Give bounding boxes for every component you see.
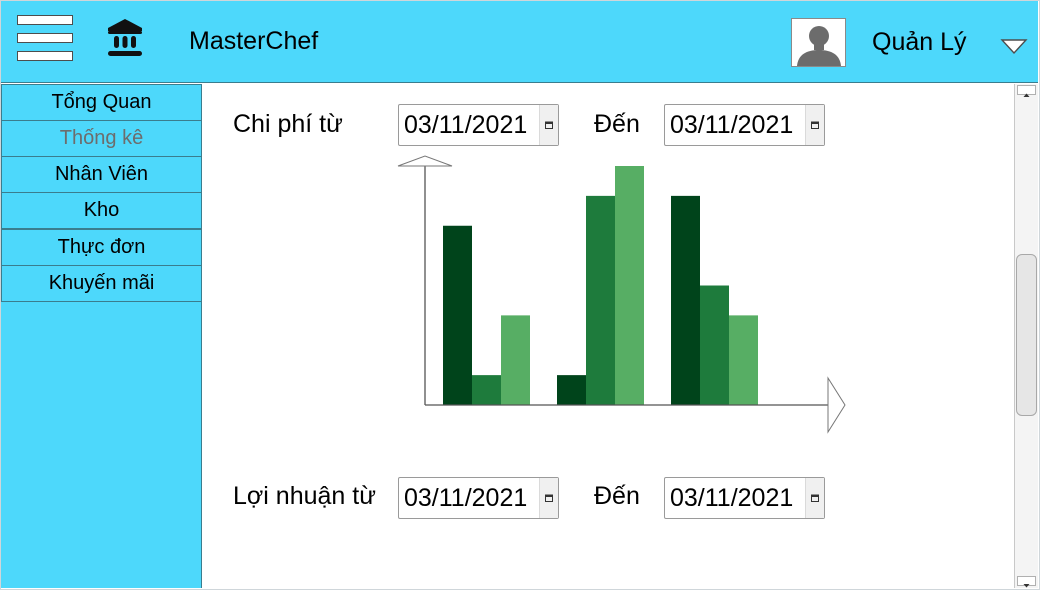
sidebar-item-kho[interactable]: Kho <box>1 192 202 229</box>
vertical-scrollbar[interactable] <box>1014 84 1038 588</box>
bar-series-2-group-2 <box>586 195 615 405</box>
bar-series-1-group-3 <box>671 195 700 405</box>
bar-series-3-group-2 <box>615 166 644 405</box>
profit-to-label: Đến <box>594 482 640 510</box>
top-bar: MasterChef Quản Lý <box>1 1 1038 83</box>
calendar-icon[interactable] <box>539 105 558 145</box>
x-axis-arrow <box>827 376 846 434</box>
cost-from-date-input[interactable]: 03/11/2021 <box>398 104 559 146</box>
bar-series-3-group-3 <box>729 315 758 405</box>
profit-from-date-input[interactable]: 03/11/2021 <box>398 477 559 519</box>
cost-from-label: Chi phí từ <box>233 110 343 138</box>
user-name[interactable]: Quản Lý <box>872 28 967 57</box>
calendar-icon[interactable] <box>539 478 558 518</box>
bar-series-3-group-1 <box>501 315 530 405</box>
cost-to-date-value: 03/11/2021 <box>670 111 794 139</box>
scroll-thumb[interactable] <box>1016 254 1037 416</box>
user-avatar-icon[interactable] <box>791 18 846 67</box>
chevron-down-icon[interactable] <box>1000 37 1028 55</box>
cost-to-date-input[interactable]: 03/11/2021 <box>664 104 825 146</box>
calendar-icon[interactable] <box>805 105 824 145</box>
sidebar: Tổng Quan Thống kê Nhân Viên Kho Thực đơ… <box>1 84 202 588</box>
bank-icon <box>108 19 142 56</box>
sidebar-item-tong-quan[interactable]: Tổng Quan <box>1 84 202 121</box>
profit-to-date-value: 03/11/2021 <box>670 484 794 512</box>
sidebar-item-thong-ke[interactable]: Thống kê <box>1 120 202 157</box>
profit-to-date-input[interactable]: 03/11/2021 <box>664 477 825 519</box>
scroll-down-icon[interactable] <box>1017 576 1036 588</box>
profit-from-label: Lợi nhuận từ <box>233 482 376 510</box>
bar-series-2-group-1 <box>472 375 501 405</box>
bar-series-1-group-1 <box>443 225 472 405</box>
profit-from-date-value: 03/11/2021 <box>404 484 528 512</box>
bar-series-2-group-3 <box>700 285 729 405</box>
scroll-up-icon[interactable] <box>1017 85 1036 97</box>
sidebar-item-thuc-don[interactable]: Thực đơn <box>1 229 202 266</box>
y-axis-arrow <box>397 155 453 167</box>
cost-to-label: Đến <box>594 110 640 138</box>
app-brand: MasterChef <box>189 27 319 55</box>
sidebar-item-nhan-vien[interactable]: Nhân Viên <box>1 156 202 193</box>
calendar-icon[interactable] <box>805 478 824 518</box>
bar-series-1-group-2 <box>557 375 586 405</box>
sidebar-item-khuyen-mai[interactable]: Khuyến mãi <box>1 265 202 302</box>
cost-from-date-value: 03/11/2021 <box>404 111 528 139</box>
hamburger-icon[interactable] <box>17 15 75 65</box>
bar-chart <box>397 155 846 434</box>
